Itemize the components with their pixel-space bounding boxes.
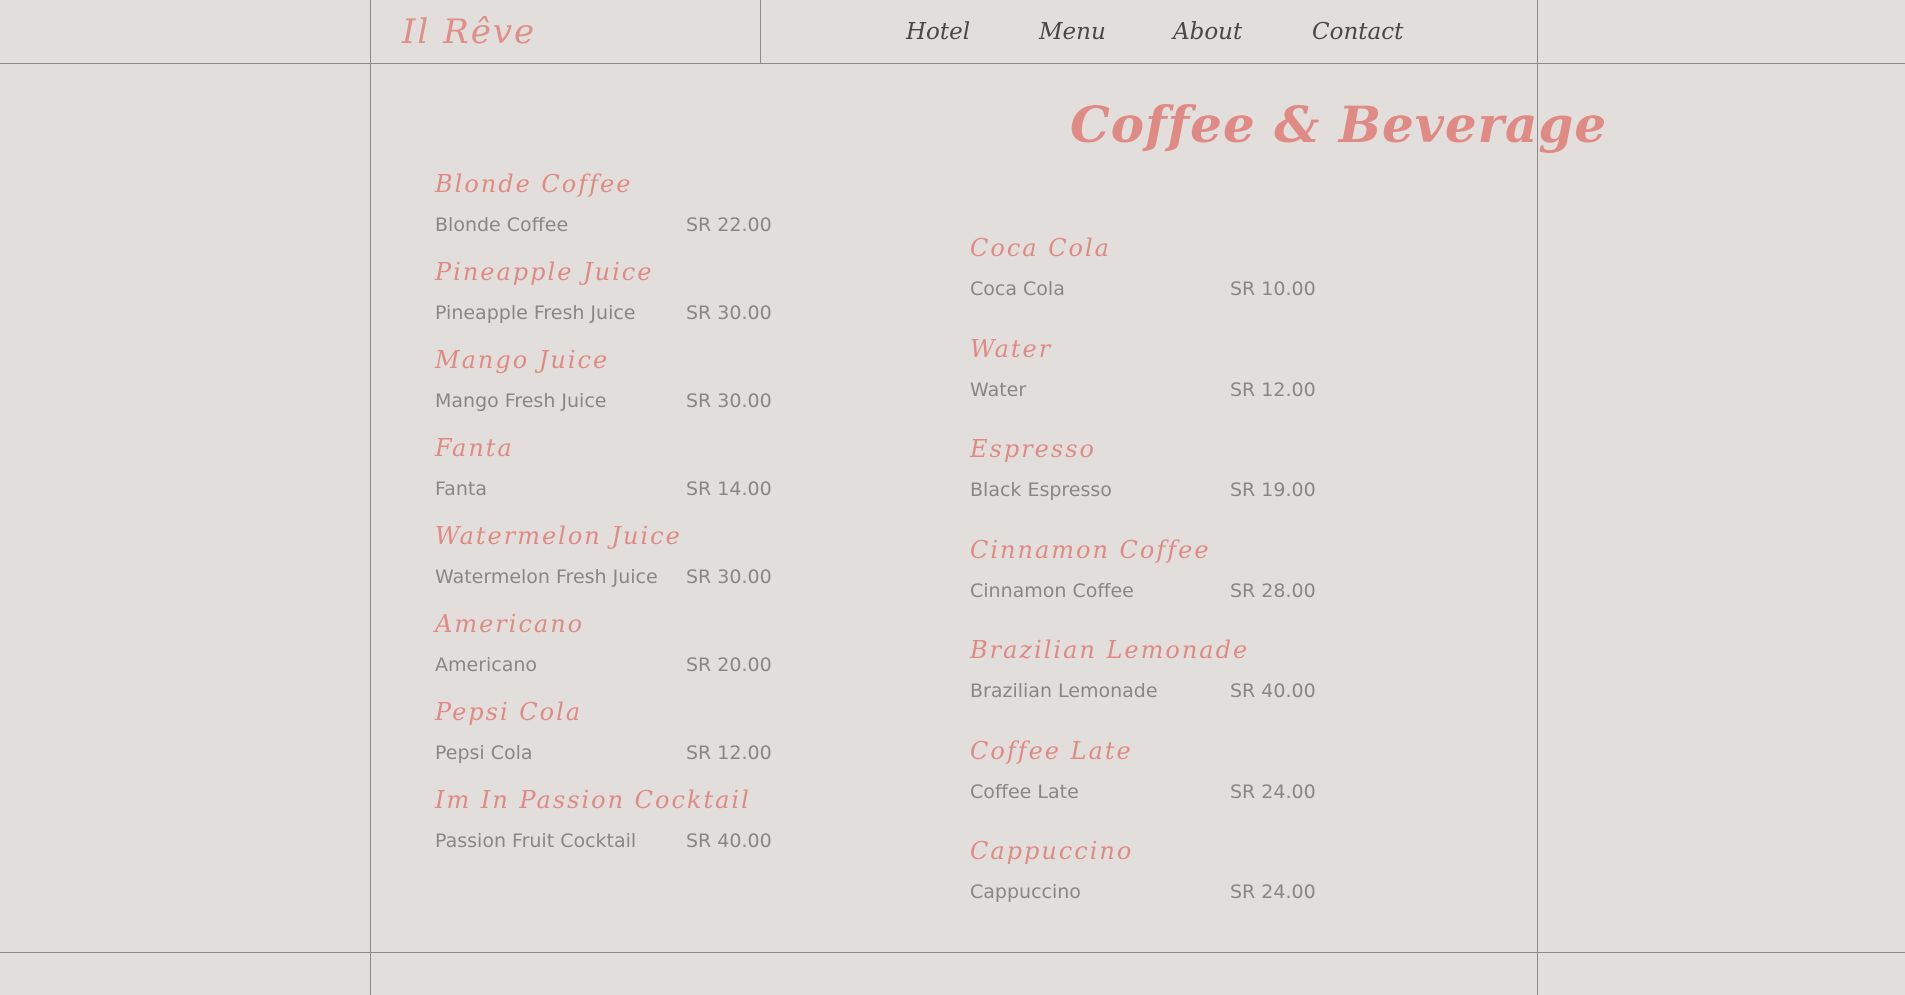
menu-item-name: Black Espresso bbox=[970, 479, 1112, 501]
page-title: Coffee & Beverage bbox=[1070, 95, 1608, 154]
menu-item-price: SR 40.00 bbox=[1230, 680, 1316, 702]
menu-category-title: Watermelon Juice bbox=[435, 522, 682, 550]
nav-link-menu[interactable]: Menu bbox=[1039, 14, 1106, 50]
menu-item-price: SR 28.00 bbox=[1230, 580, 1316, 602]
site-logo[interactable]: Il Rêve bbox=[402, 8, 536, 56]
footer-top-rule bbox=[0, 952, 1905, 953]
content-left-border bbox=[370, 0, 371, 995]
menu-category-title: Coca Cola bbox=[970, 234, 1111, 262]
menu-entry: Pepsi Cola Pepsi Cola SR 12.00 bbox=[435, 695, 815, 775]
menu-entry: Espresso Black Espresso SR 19.00 bbox=[970, 432, 1350, 512]
logo-divider bbox=[760, 0, 761, 63]
menu-category-title: Espresso bbox=[970, 435, 1096, 463]
menu-item-name: Cappuccino bbox=[970, 881, 1081, 903]
menu-category-title: Water bbox=[970, 335, 1053, 363]
menu-item-name: Water bbox=[970, 379, 1027, 401]
menu-item-name: Mango Fresh Juice bbox=[435, 390, 607, 412]
menu-item-name: Watermelon Fresh Juice bbox=[435, 566, 658, 588]
menu-item-price: SR 30.00 bbox=[686, 302, 772, 324]
menu-item-price: SR 30.00 bbox=[686, 390, 772, 412]
menu-item-name: Brazilian Lemonade bbox=[970, 680, 1158, 702]
nav-link-contact[interactable]: Contact bbox=[1312, 14, 1403, 50]
menu-item-price: SR 24.00 bbox=[1230, 881, 1316, 903]
menu-column-left: Blonde Coffee Blonde Coffee SR 22.00 Pin… bbox=[435, 167, 855, 867]
menu-category-title: Cappuccino bbox=[970, 837, 1134, 865]
menu-item-name: Pepsi Cola bbox=[435, 742, 533, 764]
menu-entry: Coffee Late Coffee Late SR 24.00 bbox=[970, 734, 1350, 814]
menu-category-title: Blonde Coffee bbox=[435, 170, 633, 198]
menu-item-name: Coffee Late bbox=[970, 781, 1079, 803]
menu-item-name: Americano bbox=[435, 654, 538, 676]
menu-entry: Pineapple Juice Pineapple Fresh Juice SR… bbox=[435, 255, 815, 335]
menu-entry: Coca Cola Coca Cola SR 10.00 bbox=[970, 231, 1350, 311]
menu-item-price: SR 22.00 bbox=[686, 214, 772, 236]
menu-item-name: Pineapple Fresh Juice bbox=[435, 302, 636, 324]
menu-item-price: SR 12.00 bbox=[1230, 379, 1316, 401]
menu-entry: Blonde Coffee Blonde Coffee SR 22.00 bbox=[435, 167, 815, 247]
menu-entry: Americano Americano SR 20.00 bbox=[435, 607, 815, 687]
menu-entry: Cinnamon Coffee Cinnamon Coffee SR 28.00 bbox=[970, 533, 1350, 613]
menu-entry: Water Water SR 12.00 bbox=[970, 332, 1350, 412]
menu-entry: Watermelon Juice Watermelon Fresh Juice … bbox=[435, 519, 815, 599]
menu-category-title: Im In Passion Cocktail bbox=[435, 786, 751, 814]
menu-entry: Mango Juice Mango Fresh Juice SR 30.00 bbox=[435, 343, 815, 423]
menu-category-title: Pineapple Juice bbox=[435, 258, 654, 286]
menu-category-title: Pepsi Cola bbox=[435, 698, 583, 726]
menu-entry: Fanta Fanta SR 14.00 bbox=[435, 431, 815, 511]
menu-category-title: Cinnamon Coffee bbox=[970, 536, 1211, 564]
menu-entry: Cappuccino Cappuccino SR 24.00 bbox=[970, 834, 1350, 914]
menu-entry: Brazilian Lemonade Brazilian Lemonade SR… bbox=[970, 633, 1350, 713]
menu-entry: Im In Passion Cocktail Passion Fruit Coc… bbox=[435, 783, 815, 863]
menu-item-price: SR 20.00 bbox=[686, 654, 772, 676]
menu-item-name: Passion Fruit Cocktail bbox=[435, 830, 637, 852]
menu-item-price: SR 19.00 bbox=[1230, 479, 1316, 501]
menu-item-name: Cinnamon Coffee bbox=[970, 580, 1134, 602]
header-bottom-rule bbox=[0, 63, 1905, 64]
menu-item-price: SR 30.00 bbox=[686, 566, 772, 588]
menu-item-price: SR 12.00 bbox=[686, 742, 772, 764]
nav-link-hotel[interactable]: Hotel bbox=[906, 14, 970, 50]
menu-category-title: Mango Juice bbox=[435, 346, 610, 374]
menu-category-title: Coffee Late bbox=[970, 737, 1133, 765]
menu-item-name: Fanta bbox=[435, 478, 487, 500]
menu-item-price: SR 40.00 bbox=[686, 830, 772, 852]
menu-column-right: Coca Cola Coca Cola SR 10.00 Water Water… bbox=[970, 231, 1390, 931]
menu-category-title: Fanta bbox=[435, 434, 514, 462]
menu-item-name: Coca Cola bbox=[970, 278, 1065, 300]
menu-category-title: Americano bbox=[435, 610, 585, 638]
menu-item-name: Blonde Coffee bbox=[435, 214, 569, 236]
menu-category-title: Brazilian Lemonade bbox=[970, 636, 1250, 664]
nav-link-about[interactable]: About bbox=[1173, 14, 1242, 50]
menu-item-price: SR 24.00 bbox=[1230, 781, 1316, 803]
menu-item-price: SR 10.00 bbox=[1230, 278, 1316, 300]
menu-item-price: SR 14.00 bbox=[686, 478, 772, 500]
